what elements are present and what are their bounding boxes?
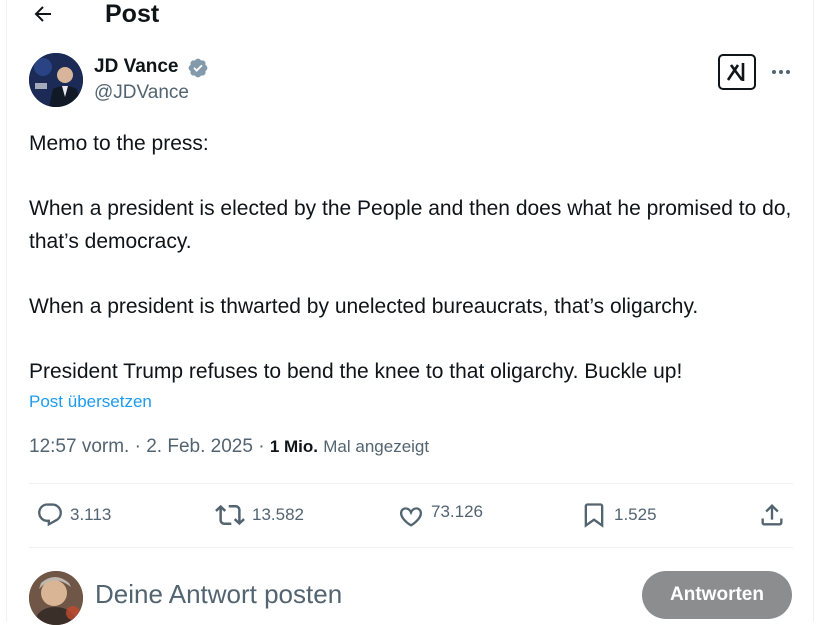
reply-submit-button[interactable]: Antworten — [642, 571, 792, 619]
views-label: Mal angezeigt — [323, 437, 430, 456]
reply-count: 3.113 — [70, 505, 112, 524]
user-avatar[interactable] — [29, 571, 83, 625]
reply-icon — [38, 503, 62, 527]
grok-icon — [726, 63, 745, 81]
views-count: 1 Mio. — [269, 437, 318, 456]
avatar-image — [29, 571, 83, 625]
divider — [29, 483, 793, 484]
bookmark-count: 1.525 — [614, 505, 657, 524]
like-action[interactable]: 73.126 — [397, 494, 483, 530]
heart-icon — [399, 507, 423, 527]
more-horizontal-icon — [772, 70, 790, 74]
divider — [29, 547, 793, 548]
translate-post-link[interactable]: Post übersetzen — [29, 391, 152, 413]
reply-action[interactable]: 3.113 — [36, 497, 111, 533]
grok-button[interactable] — [718, 54, 756, 90]
repost-action[interactable]: 13.582 — [214, 497, 304, 533]
more-options-button[interactable] — [769, 60, 793, 84]
repost-count: 13.582 — [252, 505, 304, 524]
arrow-left-icon — [34, 6, 51, 22]
share-icon — [761, 504, 783, 526]
back-button[interactable] — [29, 0, 57, 28]
post-date[interactable]: 2. Feb. 2025 — [146, 436, 253, 457]
page-title: Post — [105, 0, 160, 28]
share-button[interactable] — [758, 497, 792, 533]
author-name[interactable]: JD Vance — [94, 56, 179, 78]
post-text: Memo to the press: When a president is e… — [29, 132, 792, 383]
reply-composer: Antworten — [7, 560, 815, 625]
header: Post — [7, 0, 815, 30]
avatar-image — [29, 53, 83, 107]
post-time[interactable]: 12:57 vorm. — [29, 436, 129, 457]
post-detail-panel: Post JD Vance @JDVance Memo to the press… — [6, 0, 815, 625]
like-count: 73.126 — [431, 502, 483, 521]
author-handle[interactable]: @JDVance — [94, 82, 189, 104]
verified-badge-icon — [188, 58, 208, 78]
meta-separator: · — [129, 436, 147, 457]
bookmark-icon — [584, 503, 604, 528]
author-avatar[interactable] — [29, 53, 83, 107]
post-metadata: 12:57 vorm. · 2. Feb. 2025 · 1 Mio. Mal … — [29, 434, 429, 460]
reply-input[interactable] — [95, 577, 615, 611]
meta-separator: · — [252, 436, 270, 457]
bookmark-action[interactable]: 1.525 — [580, 497, 657, 533]
repost-icon — [215, 504, 245, 526]
